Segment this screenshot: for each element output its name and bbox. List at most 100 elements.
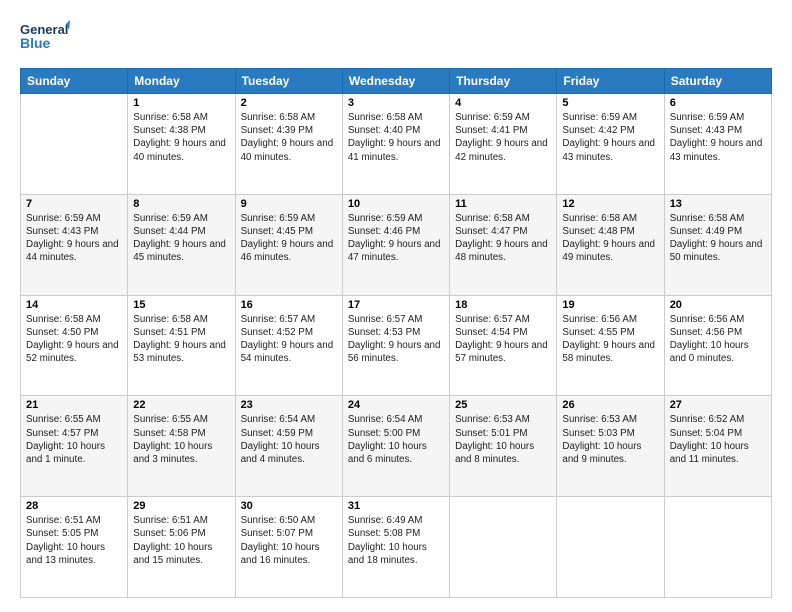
day-info: Sunrise: 6:58 AM Sunset: 4:39 PM Dayligh… [241, 111, 337, 164]
sunset-label: Sunset: 4:52 PM [241, 327, 313, 338]
sunset-label: Sunset: 4:40 PM [348, 125, 420, 136]
col-header-tuesday: Tuesday [235, 69, 342, 94]
daylight-label: Daylight: 10 hours and 18 minutes. [348, 542, 427, 566]
sunrise-label: Sunrise: 6:57 AM [455, 314, 530, 325]
sunrise-label: Sunrise: 6:54 AM [348, 414, 423, 425]
sunrise-label: Sunrise: 6:58 AM [133, 314, 208, 325]
day-cell-0-5: 5 Sunrise: 6:59 AM Sunset: 4:42 PM Dayli… [557, 94, 664, 195]
sunset-label: Sunset: 4:57 PM [26, 428, 98, 439]
week-row-3: 14 Sunrise: 6:58 AM Sunset: 4:50 PM Dayl… [21, 295, 772, 396]
sunrise-label: Sunrise: 6:58 AM [562, 213, 637, 224]
day-cell-4-6 [664, 497, 771, 598]
col-header-monday: Monday [128, 69, 235, 94]
daylight-label: Daylight: 10 hours and 9 minutes. [562, 441, 641, 465]
calendar-table: SundayMondayTuesdayWednesdayThursdayFrid… [20, 68, 772, 598]
logo-svg: General Blue [20, 18, 70, 60]
day-cell-3-5: 26 Sunrise: 6:53 AM Sunset: 5:03 PM Dayl… [557, 396, 664, 497]
day-number: 2 [241, 97, 337, 109]
daylight-label: Daylight: 10 hours and 8 minutes. [455, 441, 534, 465]
sunrise-label: Sunrise: 6:59 AM [670, 112, 745, 123]
daylight-label: Daylight: 9 hours and 41 minutes. [348, 138, 441, 162]
day-cell-1-6: 13 Sunrise: 6:58 AM Sunset: 4:49 PM Dayl… [664, 194, 771, 295]
sunrise-label: Sunrise: 6:55 AM [133, 414, 208, 425]
daylight-label: Daylight: 9 hours and 47 minutes. [348, 239, 441, 263]
day-cell-2-3: 17 Sunrise: 6:57 AM Sunset: 4:53 PM Dayl… [342, 295, 449, 396]
sunrise-label: Sunrise: 6:55 AM [26, 414, 101, 425]
day-cell-4-5 [557, 497, 664, 598]
day-cell-1-3: 10 Sunrise: 6:59 AM Sunset: 4:46 PM Dayl… [342, 194, 449, 295]
day-info: Sunrise: 6:57 AM Sunset: 4:54 PM Dayligh… [455, 313, 551, 366]
day-number: 22 [133, 399, 229, 411]
sunrise-label: Sunrise: 6:59 AM [348, 213, 423, 224]
sunrise-label: Sunrise: 6:56 AM [562, 314, 637, 325]
day-info: Sunrise: 6:57 AM Sunset: 4:52 PM Dayligh… [241, 313, 337, 366]
sunrise-label: Sunrise: 6:51 AM [26, 515, 101, 526]
col-header-saturday: Saturday [664, 69, 771, 94]
day-cell-2-6: 20 Sunrise: 6:56 AM Sunset: 4:56 PM Dayl… [664, 295, 771, 396]
sunset-label: Sunset: 4:53 PM [348, 327, 420, 338]
day-number: 6 [670, 97, 766, 109]
sunset-label: Sunset: 5:01 PM [455, 428, 527, 439]
day-cell-3-0: 21 Sunrise: 6:55 AM Sunset: 4:57 PM Dayl… [21, 396, 128, 497]
day-cell-3-2: 23 Sunrise: 6:54 AM Sunset: 4:59 PM Dayl… [235, 396, 342, 497]
daylight-label: Daylight: 9 hours and 58 minutes. [562, 340, 655, 364]
svg-text:Blue: Blue [20, 35, 51, 51]
sunrise-label: Sunrise: 6:58 AM [241, 112, 316, 123]
day-info: Sunrise: 6:59 AM Sunset: 4:41 PM Dayligh… [455, 111, 551, 164]
day-cell-0-1: 1 Sunrise: 6:58 AM Sunset: 4:38 PM Dayli… [128, 94, 235, 195]
day-info: Sunrise: 6:59 AM Sunset: 4:42 PM Dayligh… [562, 111, 658, 164]
day-number: 21 [26, 399, 122, 411]
daylight-label: Daylight: 9 hours and 54 minutes. [241, 340, 334, 364]
daylight-label: Daylight: 9 hours and 40 minutes. [241, 138, 334, 162]
daylight-label: Daylight: 10 hours and 0 minutes. [670, 340, 749, 364]
sunset-label: Sunset: 4:50 PM [26, 327, 98, 338]
sunset-label: Sunset: 4:47 PM [455, 226, 527, 237]
day-number: 5 [562, 97, 658, 109]
day-number: 1 [133, 97, 229, 109]
sunset-label: Sunset: 4:44 PM [133, 226, 205, 237]
day-cell-0-2: 2 Sunrise: 6:58 AM Sunset: 4:39 PM Dayli… [235, 94, 342, 195]
col-header-friday: Friday [557, 69, 664, 94]
day-cell-4-2: 30 Sunrise: 6:50 AM Sunset: 5:07 PM Dayl… [235, 497, 342, 598]
day-number: 27 [670, 399, 766, 411]
sunset-label: Sunset: 4:59 PM [241, 428, 313, 439]
sunset-label: Sunset: 4:56 PM [670, 327, 742, 338]
day-number: 20 [670, 299, 766, 311]
sunrise-label: Sunrise: 6:57 AM [348, 314, 423, 325]
day-info: Sunrise: 6:53 AM Sunset: 5:03 PM Dayligh… [562, 413, 658, 466]
day-info: Sunrise: 6:58 AM Sunset: 4:47 PM Dayligh… [455, 212, 551, 265]
sunset-label: Sunset: 4:43 PM [26, 226, 98, 237]
sunset-label: Sunset: 4:41 PM [455, 125, 527, 136]
day-info: Sunrise: 6:58 AM Sunset: 4:40 PM Dayligh… [348, 111, 444, 164]
sunrise-label: Sunrise: 6:58 AM [348, 112, 423, 123]
sunset-label: Sunset: 5:03 PM [562, 428, 634, 439]
day-info: Sunrise: 6:56 AM Sunset: 4:55 PM Dayligh… [562, 313, 658, 366]
day-info: Sunrise: 6:59 AM Sunset: 4:43 PM Dayligh… [26, 212, 122, 265]
day-info: Sunrise: 6:50 AM Sunset: 5:07 PM Dayligh… [241, 514, 337, 567]
day-cell-2-5: 19 Sunrise: 6:56 AM Sunset: 4:55 PM Dayl… [557, 295, 664, 396]
daylight-label: Daylight: 9 hours and 44 minutes. [26, 239, 119, 263]
sunset-label: Sunset: 4:38 PM [133, 125, 205, 136]
daylight-label: Daylight: 9 hours and 56 minutes. [348, 340, 441, 364]
day-info: Sunrise: 6:53 AM Sunset: 5:01 PM Dayligh… [455, 413, 551, 466]
day-cell-1-2: 9 Sunrise: 6:59 AM Sunset: 4:45 PM Dayli… [235, 194, 342, 295]
day-number: 25 [455, 399, 551, 411]
sunset-label: Sunset: 5:07 PM [241, 528, 313, 539]
sunrise-label: Sunrise: 6:53 AM [562, 414, 637, 425]
day-info: Sunrise: 6:51 AM Sunset: 5:05 PM Dayligh… [26, 514, 122, 567]
day-number: 31 [348, 500, 444, 512]
sunset-label: Sunset: 4:54 PM [455, 327, 527, 338]
day-info: Sunrise: 6:51 AM Sunset: 5:06 PM Dayligh… [133, 514, 229, 567]
day-info: Sunrise: 6:54 AM Sunset: 5:00 PM Dayligh… [348, 413, 444, 466]
day-cell-0-3: 3 Sunrise: 6:58 AM Sunset: 4:40 PM Dayli… [342, 94, 449, 195]
day-cell-2-2: 16 Sunrise: 6:57 AM Sunset: 4:52 PM Dayl… [235, 295, 342, 396]
day-info: Sunrise: 6:58 AM Sunset: 4:49 PM Dayligh… [670, 212, 766, 265]
day-number: 24 [348, 399, 444, 411]
daylight-label: Daylight: 9 hours and 42 minutes. [455, 138, 548, 162]
day-info: Sunrise: 6:59 AM Sunset: 4:45 PM Dayligh… [241, 212, 337, 265]
col-header-wednesday: Wednesday [342, 69, 449, 94]
day-cell-2-1: 15 Sunrise: 6:58 AM Sunset: 4:51 PM Dayl… [128, 295, 235, 396]
sunset-label: Sunset: 5:05 PM [26, 528, 98, 539]
day-number: 10 [348, 198, 444, 210]
daylight-label: Daylight: 10 hours and 1 minute. [26, 441, 105, 465]
